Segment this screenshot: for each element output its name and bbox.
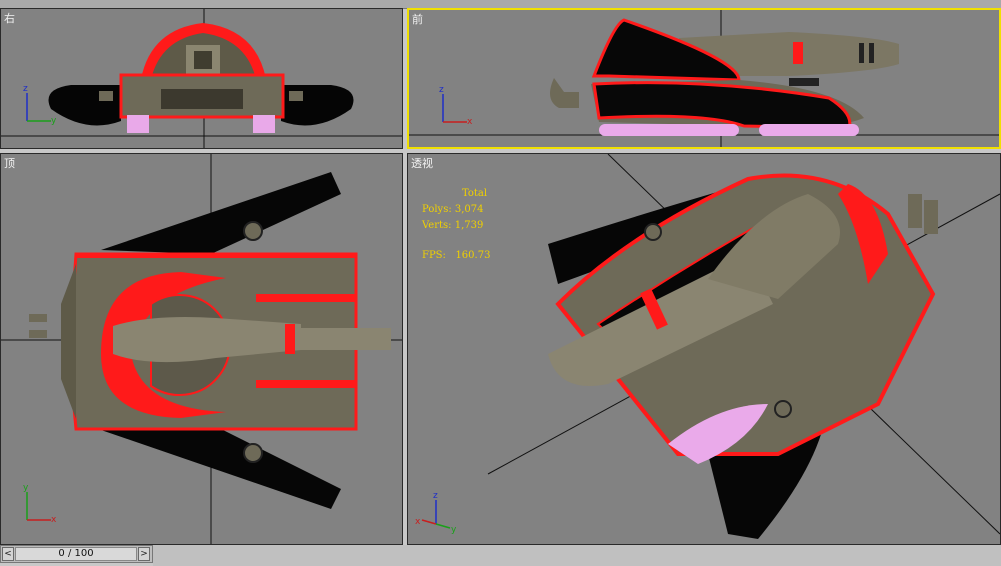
svg-text:y: y xyxy=(23,484,29,493)
viewport-perspective[interactable]: z x y 透视 Total Polys: 3,074 Verts: 1,739… xyxy=(407,153,1001,545)
right-axis-gizmo: z y xyxy=(23,85,57,125)
stats-polys-value: 3,074 xyxy=(454,204,484,215)
stats-verts-label: Verts: xyxy=(422,220,452,231)
svg-text:x: x xyxy=(51,515,57,524)
stats-verts-value: 1,739 xyxy=(454,220,484,231)
svg-text:z: z xyxy=(23,85,28,94)
svg-text:z: z xyxy=(433,491,438,501)
viewport-right[interactable]: z y 右 xyxy=(0,8,403,149)
viewport-top-label[interactable]: 顶 xyxy=(4,155,15,171)
viewport-front[interactable]: z x 前 xyxy=(407,8,1001,149)
timeline-track[interactable] xyxy=(153,545,1001,566)
svg-text:x: x xyxy=(415,517,421,527)
stats-polys-row: Polys: 3,074 xyxy=(422,202,490,218)
perspective-view-scene xyxy=(487,154,1000,539)
time-slider-frame[interactable]: 0 / 100 xyxy=(15,547,137,561)
time-slider-prev-button[interactable]: < xyxy=(2,547,14,561)
front-axis-gizmo: z x xyxy=(439,86,473,126)
right-view-scene xyxy=(1,9,402,148)
viewport-front-label[interactable]: 前 xyxy=(412,11,423,27)
time-slider[interactable]: < 0 / 100 > xyxy=(0,545,153,563)
stats-fps-row: FPS: 160.73 xyxy=(422,248,490,264)
svg-text:z: z xyxy=(439,86,444,95)
viewport-perspective-label[interactable]: 透视 xyxy=(411,155,433,171)
svg-text:y: y xyxy=(451,525,457,534)
stats-total-header: Total xyxy=(462,188,488,199)
svg-text:y: y xyxy=(51,116,57,125)
perspective-axis-gizmo: z x y xyxy=(415,491,457,534)
stats-verts-row: Verts: 1,739 xyxy=(422,218,490,234)
stats-fps-label: FPS: xyxy=(422,250,446,261)
viewport-statistics: Total Polys: 3,074 Verts: 1,739 FPS: 160… xyxy=(422,186,490,264)
stats-polys-label: Polys: xyxy=(422,204,452,215)
viewport-right-label[interactable]: 右 xyxy=(4,10,15,26)
top-axis-gizmo: y x xyxy=(23,484,57,524)
top-view-scene xyxy=(1,154,402,544)
svg-text:x: x xyxy=(467,117,473,126)
front-view-scene xyxy=(409,10,999,147)
viewport-top[interactable]: y x 顶 xyxy=(0,153,403,545)
stats-fps-value: 160.73 xyxy=(455,250,491,261)
time-slider-next-button[interactable]: > xyxy=(138,547,150,561)
